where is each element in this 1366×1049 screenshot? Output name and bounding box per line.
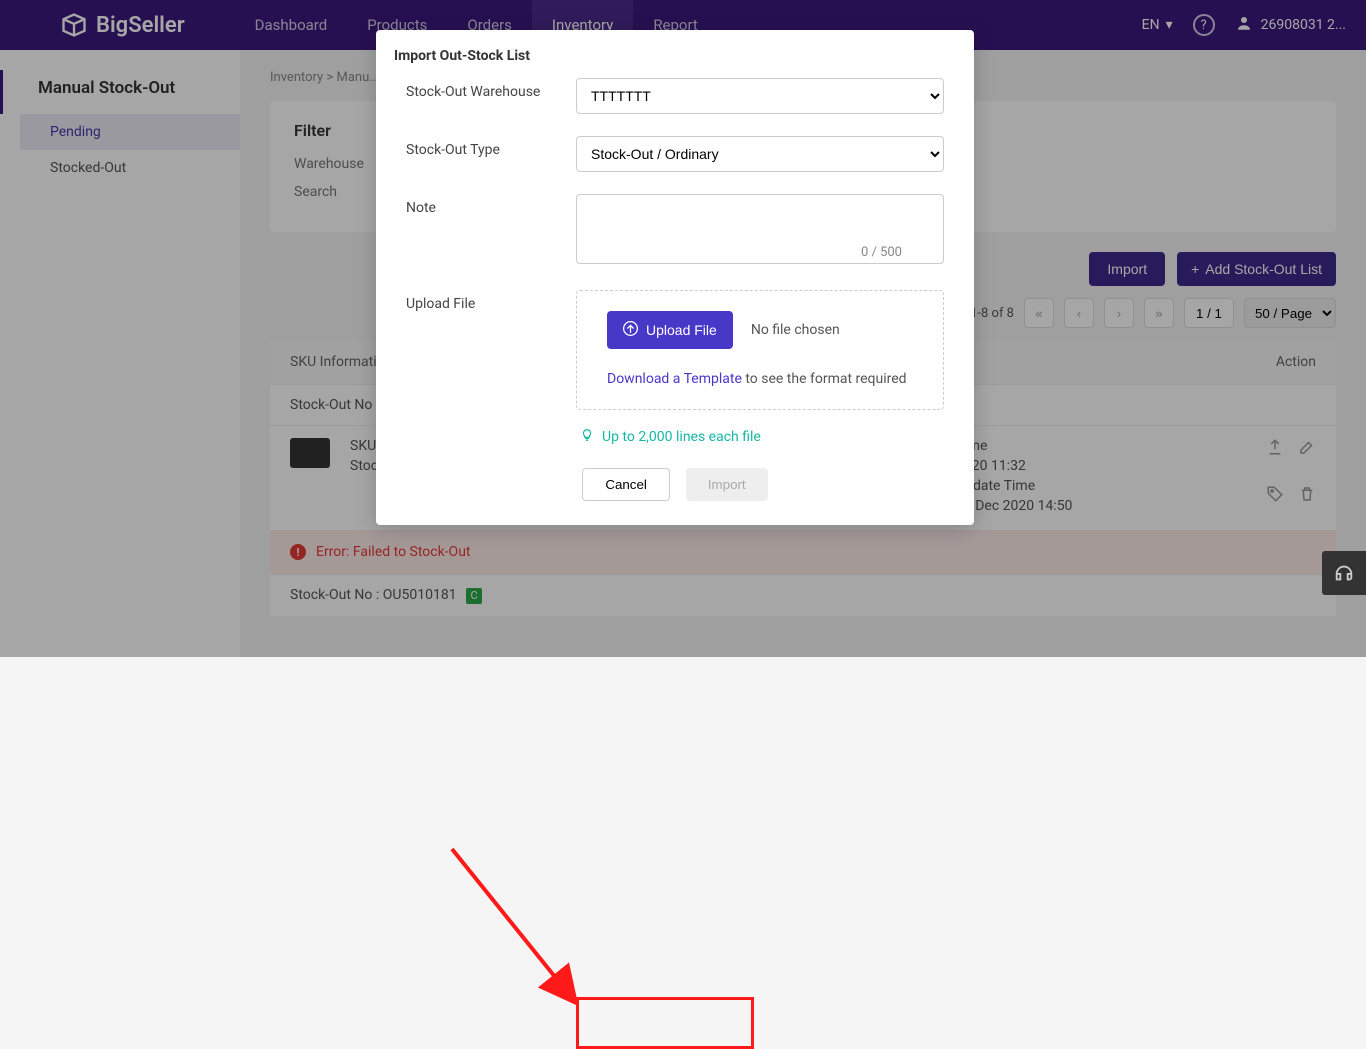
note-textarea[interactable] — [576, 194, 944, 264]
annotation-box — [576, 997, 754, 1049]
type-label: Stock-Out Type — [406, 136, 576, 158]
upload-hint: Up to 2,000 lines each file — [576, 428, 944, 446]
upload-label: Upload File — [406, 290, 576, 312]
download-template-link[interactable]: Download a Template — [607, 371, 742, 387]
cancel-button[interactable]: Cancel — [582, 468, 670, 501]
bulb-icon — [580, 428, 594, 446]
warehouse-label: Stock-Out Warehouse — [406, 78, 576, 100]
upload-zone: Upload File No file chosen Download a Te… — [576, 290, 944, 410]
upload-icon — [623, 321, 638, 339]
upload-file-button[interactable]: Upload File — [607, 311, 733, 349]
type-select[interactable]: Stock-Out / Ordinary — [576, 136, 944, 172]
headset-icon — [1333, 562, 1355, 584]
warehouse-select[interactable]: TTTTTTT — [576, 78, 944, 114]
support-fab[interactable] — [1322, 551, 1366, 595]
modal-import-button[interactable]: Import — [686, 468, 768, 501]
annotation-arrow-icon — [448, 845, 608, 1035]
template-line: Download a Template to see the format re… — [607, 371, 913, 387]
upload-status: No file chosen — [751, 322, 840, 338]
modal-title: Import Out-Stock List — [376, 30, 974, 78]
import-modal: Import Out-Stock List Stock-Out Warehous… — [376, 30, 974, 525]
note-label: Note — [406, 194, 576, 216]
